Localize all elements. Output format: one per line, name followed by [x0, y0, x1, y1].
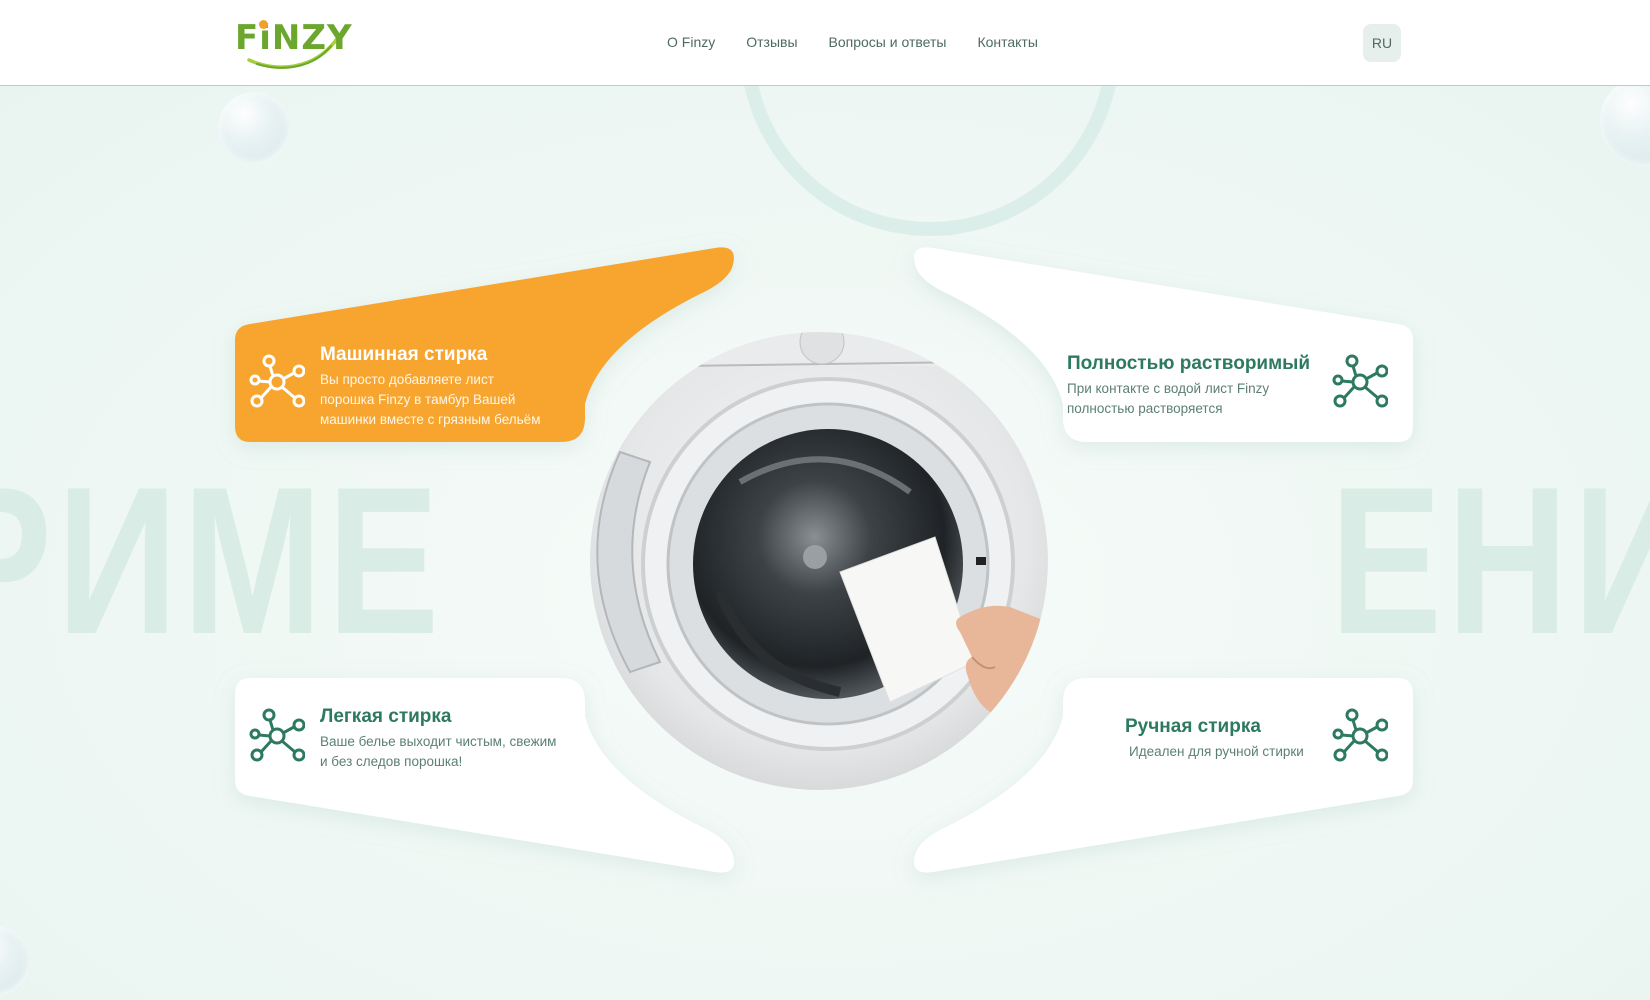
- main-nav: О Finzy Отзывы Вопросы и ответы Контакты: [667, 34, 1038, 50]
- feature-hand-title: Ручная стирка: [1125, 716, 1261, 737]
- feature-soluble-title: Полностью растворимый: [1067, 353, 1311, 374]
- nav-item-faq[interactable]: Вопросы и ответы: [829, 34, 947, 50]
- language-switch-button[interactable]: RU: [1363, 24, 1401, 62]
- feature-easy-desc: Ваше белье выходит чистым, свежим и без …: [320, 732, 556, 772]
- feature-easy-title: Легкая стирка: [320, 706, 452, 727]
- nav-item-contacts[interactable]: Контакты: [977, 34, 1037, 50]
- molecule-icon: [249, 354, 305, 408]
- feature-soluble: Полностью растворимый При контакте с вод…: [1067, 353, 1310, 419]
- feature-machine-desc-line: Вы просто добавляете лист: [320, 372, 494, 387]
- feature-soluble-desc: При контакте с водой лист Finzy полность…: [1067, 379, 1310, 419]
- feature-soluble-desc-line: При контакте с водой лист Finzy: [1067, 381, 1270, 396]
- feature-easy: Легкая стирка Ваше белье выходит чистым,…: [320, 706, 556, 772]
- feature-machine-desc: Вы просто добавляете лист порошка Finzy …: [320, 370, 540, 430]
- feature-machine-desc-line: порошка Finzy в тамбур Вашей: [320, 392, 516, 407]
- feature-machine: Машинная стирка Вы просто добавляете лис…: [320, 344, 540, 430]
- features-section: РИМЕ ЕНИ: [0, 86, 1650, 1000]
- feature-machine-title: Машинная стирка: [320, 344, 488, 365]
- molecule-icon: [249, 708, 305, 762]
- nav-item-about[interactable]: О Finzy: [667, 34, 715, 50]
- feature-hand-desc: Идеален для ручной стирки: [1125, 742, 1304, 762]
- nav-item-reviews[interactable]: Отзывы: [746, 34, 797, 50]
- feature-hand: Ручная стирка Идеален для ручной стирки: [1125, 716, 1304, 762]
- feature-easy-desc-line: и без следов порошка!: [320, 754, 463, 769]
- logo-text: FiNZY: [235, 18, 353, 58]
- finzy-logo[interactable]: FiNZY: [235, 16, 352, 72]
- molecule-icon: [1332, 354, 1388, 408]
- feature-soluble-desc-line: полностью растворяется: [1067, 401, 1223, 416]
- washing-machine-image: [590, 332, 1048, 790]
- feature-hand-desc-line: Идеален для ручной стирки: [1129, 744, 1304, 759]
- site-header: FiNZY О Finzy Отзывы Вопросы и ответы Ко…: [0, 0, 1650, 86]
- feature-easy-desc-line: Ваше белье выходит чистым, свежим: [320, 734, 557, 749]
- molecule-icon: [1332, 708, 1388, 762]
- feature-machine-desc-line: машинки вместе с грязным бельём: [320, 412, 541, 427]
- logo-dot: [259, 20, 268, 29]
